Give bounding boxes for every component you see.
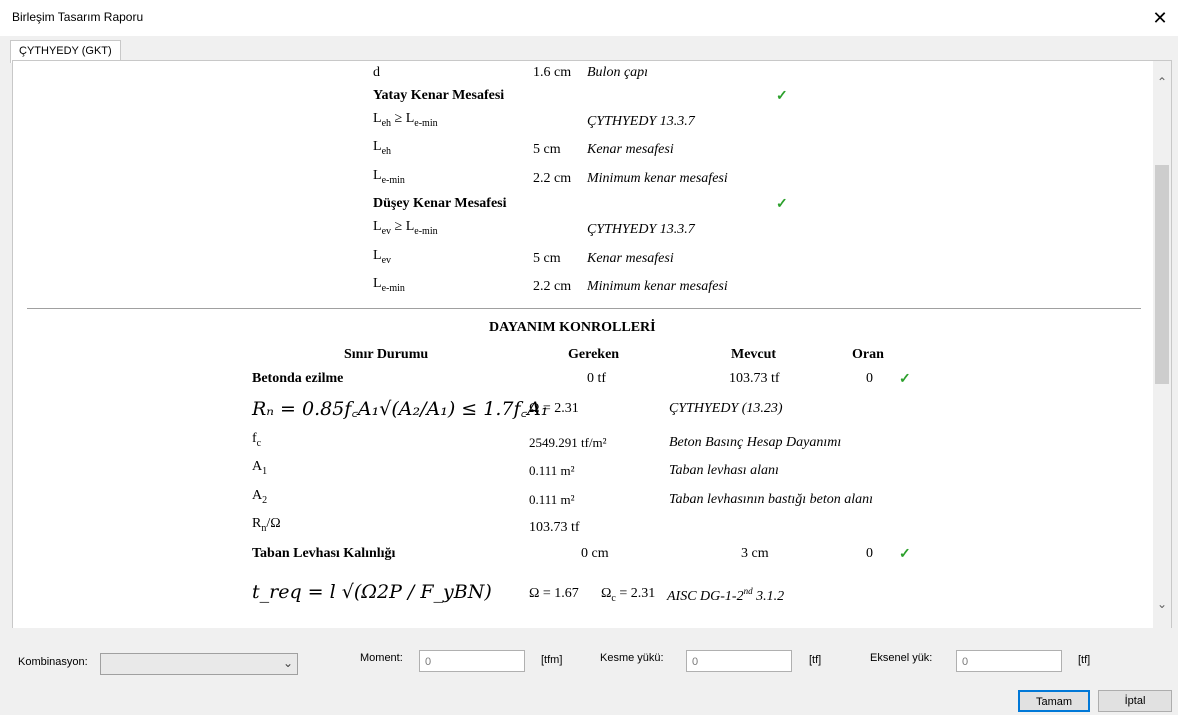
- tab-strip: ÇYTHYEDY (GKT): [0, 36, 1178, 63]
- scroll-up-icon[interactable]: ⌃: [1153, 75, 1171, 93]
- kesme-unit: [tf]: [809, 654, 822, 666]
- d-desc: Bulon çapı: [587, 65, 649, 80]
- yatay-check-icon: ✓: [776, 89, 788, 104]
- treq-ref: AISC DG-1-2nd 3.1.2: [667, 586, 785, 604]
- yatay-lemin-symbol: Le-min: [373, 168, 405, 186]
- yatay-condition: Leh ≥ Le-min: [373, 111, 438, 129]
- chevron-down-icon: ⌄: [282, 656, 293, 670]
- betonda-gereken: 0 tf: [587, 371, 607, 386]
- dayanim-heading: DAYANIM KONROLLERİ: [489, 320, 656, 335]
- leh-value: 5 cm: [533, 142, 561, 157]
- col-sinir-durumu: Sınır Durumu: [344, 347, 429, 362]
- section-divider: [27, 308, 1141, 309]
- col-oran: Oran: [852, 347, 884, 362]
- a2-desc: Taban levhasının bastığı beton alanı: [669, 492, 874, 507]
- dusey-lemin-symbol: Le-min: [373, 276, 405, 294]
- col-gereken: Gereken: [568, 347, 620, 362]
- yatay-heading: Yatay Kenar Mesafesi: [373, 88, 505, 103]
- kombinasyon-label: Kombinasyon:: [18, 656, 88, 668]
- kombinasyon-select[interactable]: ⌄: [100, 653, 298, 675]
- kesme-input[interactable]: 0: [686, 650, 792, 672]
- lev-symbol: Lev: [373, 248, 392, 266]
- moment-unit: [tfm]: [541, 654, 563, 666]
- eksenel-label: Eksenel yük:: [870, 652, 933, 664]
- betonda-mevcut: 103.73 tf: [729, 371, 780, 386]
- dusey-condition: Lev ≥ Le-min: [373, 219, 438, 237]
- fc-symbol: fc: [252, 431, 262, 449]
- a2-value: 0.111 m²: [529, 492, 575, 507]
- treq-omega: Ω = 1.67: [529, 586, 579, 601]
- lev-value: 5 cm: [533, 251, 561, 266]
- leh-desc: Kenar mesafesi: [587, 142, 674, 157]
- a2-symbol: A2: [252, 488, 268, 506]
- rn-omega-value: 103.73 tf: [529, 520, 580, 535]
- ok-button[interactable]: Tamam: [1018, 690, 1090, 712]
- fc-desc: Beton Basınç Hesap Dayanımı: [669, 435, 842, 450]
- fc-value: 2549.291 tf/m²: [529, 435, 607, 450]
- title-bar: Birleşim Tasarım Raporu ✕: [0, 0, 1178, 36]
- betonda-oran: 0: [866, 371, 873, 386]
- cancel-button[interactable]: İptal: [1098, 690, 1172, 712]
- moment-input[interactable]: 0: [419, 650, 525, 672]
- scroll-down-icon[interactable]: ⌄: [1153, 597, 1171, 615]
- taban-oran: 0: [866, 546, 873, 561]
- dusey-ref: ÇYTHYEDY 13.3.7: [587, 222, 695, 237]
- dusey-lemin-desc: Minimum kenar mesafesi: [587, 279, 728, 294]
- rn-formula: Rₙ = 0.85f꜀A₁√(A₂/A₁) ≤ 1.7f꜀A₁: [252, 398, 549, 420]
- vertical-scrollbar[interactable]: ⌃ ⌄: [1153, 61, 1171, 629]
- d-value: 1.6 cm: [533, 65, 572, 80]
- betonda-check-icon: ✓: [899, 372, 911, 387]
- treq-formula: t_req = l √(Ω2P / F_yBN): [252, 581, 492, 603]
- bottom-bar: Kombinasyon: ⌄ Moment: 0 [tfm] Kesme yük…: [0, 628, 1178, 715]
- eksenel-unit: [tf]: [1078, 654, 1091, 666]
- col-mevcut: Mevcut: [731, 347, 777, 362]
- scroll-thumb[interactable]: [1155, 165, 1169, 384]
- rn-omega: Ω = 2.31: [529, 401, 579, 416]
- window-title: Birleşim Tasarım Raporu: [12, 10, 144, 24]
- rn-omega-symbol: Rn/Ω: [252, 516, 281, 534]
- betonda-label: Betonda ezilme: [252, 371, 344, 386]
- rn-ref: ÇYTHYEDY (13.23): [669, 401, 783, 416]
- dusey-check-icon: ✓: [776, 197, 788, 212]
- dusey-lemin-value: 2.2 cm: [533, 279, 572, 294]
- treq-omega-c: Ωc = 2.31: [601, 586, 656, 604]
- dusey-heading: Düşey Kenar Mesafesi: [373, 196, 507, 211]
- moment-label: Moment:: [360, 652, 403, 664]
- kesme-label: Kesme yükü:: [600, 652, 664, 664]
- a1-desc: Taban levhası alanı: [669, 463, 779, 478]
- a1-symbol: A1: [252, 459, 268, 477]
- yatay-ref: ÇYTHYEDY 13.3.7: [587, 114, 695, 129]
- report-panel: d 1.6 cm Bulon çapı Yatay Kenar Mesafesi…: [12, 60, 1172, 630]
- leh-symbol: Leh: [373, 139, 392, 157]
- close-icon[interactable]: ✕: [1142, 0, 1178, 36]
- taban-gereken: 0 cm: [581, 546, 609, 561]
- taban-mevcut: 3 cm: [741, 546, 769, 561]
- eksenel-input[interactable]: 0: [956, 650, 1062, 672]
- yatay-lemin-desc: Minimum kenar mesafesi: [587, 171, 728, 186]
- report-content: d 1.6 cm Bulon çapı Yatay Kenar Mesafesi…: [13, 61, 1153, 629]
- d-symbol: d: [373, 65, 380, 80]
- taban-check-icon: ✓: [899, 547, 911, 562]
- lev-desc: Kenar mesafesi: [587, 251, 674, 266]
- yatay-lemin-value: 2.2 cm: [533, 171, 572, 186]
- taban-label: Taban Levhası Kalınlığı: [252, 546, 396, 561]
- a1-value: 0.111 m²: [529, 463, 575, 478]
